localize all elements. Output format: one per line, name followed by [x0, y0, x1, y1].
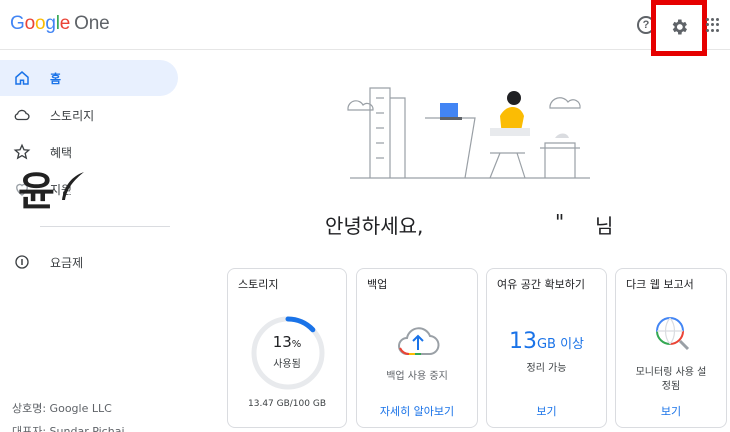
card-title: 여유 공간 확보하기: [497, 278, 585, 291]
sidebar-item-label: 스토리지: [50, 109, 95, 123]
greeting-quote: ": [555, 210, 565, 234]
greeting-suffix: 님: [595, 214, 614, 238]
home-icon: [15, 71, 29, 85]
backup-card[interactable]: 백업 백업 사용 중지 자세히 알아보기: [356, 268, 478, 428]
feather-icon: [62, 172, 84, 200]
reclaimable-amount: 13GB 이상: [508, 329, 585, 354]
sidebar-divider: [40, 226, 170, 227]
card-title: 다크 웹 보고서: [626, 278, 694, 291]
reclaimable-sub-text: 정리 가능: [526, 363, 567, 374]
monitoring-text-line1: 모니터링 사용 설: [635, 367, 707, 378]
sidebar-item-plans[interactable]: 요금제: [0, 244, 178, 280]
backup-status-text: 백업 사용 중지: [386, 371, 448, 382]
cloud-icon: [14, 109, 30, 121]
apps-grid-icon[interactable]: [706, 18, 720, 32]
view-link[interactable]: 보기: [487, 403, 606, 419]
sidebar-item-label: 요금제: [50, 256, 84, 270]
card-title: 스토리지: [238, 278, 279, 291]
logo-letter: G: [10, 13, 25, 34]
sidebar-item-label: 홈: [50, 72, 62, 86]
logo-letter: o: [34, 13, 46, 34]
star-icon: [13, 143, 31, 160]
logo-suffix: One: [74, 13, 110, 34]
sidebar-item-storage[interactable]: 스토리지: [0, 97, 178, 133]
sidebar-item-label: 혜택: [50, 146, 73, 160]
footer-ceo: 대표자: Sundar Pichai: [12, 425, 125, 432]
hero-illustration: [347, 87, 590, 179]
storage-card[interactable]: 스토리지 13% 사용됨 13.47 GB/100 GB: [227, 268, 347, 428]
logo-letter: o: [24, 13, 36, 34]
greeting-text: 안녕하세요,: [325, 214, 424, 238]
globe-search-icon: [656, 317, 690, 351]
storage-percent: 13%: [272, 333, 302, 351]
free-up-space-card[interactable]: 여유 공간 확보하기 13GB 이상 정리 가능 보기: [486, 268, 607, 428]
settings-highlight-box: [651, 0, 707, 56]
view-link[interactable]: 보기: [616, 403, 726, 419]
top-bar: Google One ?: [0, 0, 730, 50]
sidebar-item-home[interactable]: 홈: [0, 60, 178, 96]
learn-more-link[interactable]: 자세히 알아보기: [357, 403, 477, 419]
footer-company: 상호명: Google LLC: [12, 402, 112, 415]
sidebar-item-benefits[interactable]: 혜택: [0, 134, 178, 170]
gear-icon[interactable]: [669, 17, 689, 37]
google-one-logo[interactable]: Google One: [10, 13, 110, 35]
card-title: 백업: [367, 278, 388, 291]
watermark-logo: 윤: [18, 169, 55, 215]
monitoring-text-line2: 정됨: [661, 381, 681, 392]
storage-ring: [251, 316, 325, 390]
dark-web-report-card[interactable]: 다크 웹 보고서 모니터링 사용 설 정됨 보기: [615, 268, 727, 428]
storage-used-label: 사용됨: [273, 359, 301, 370]
backup-cloud-icon: [398, 327, 440, 356]
logo-letter: e: [59, 13, 71, 34]
plan-icon: [15, 255, 29, 269]
logo-letter: g: [45, 13, 56, 34]
storage-usage-text: 13.47 GB/100 GB: [248, 399, 326, 409]
